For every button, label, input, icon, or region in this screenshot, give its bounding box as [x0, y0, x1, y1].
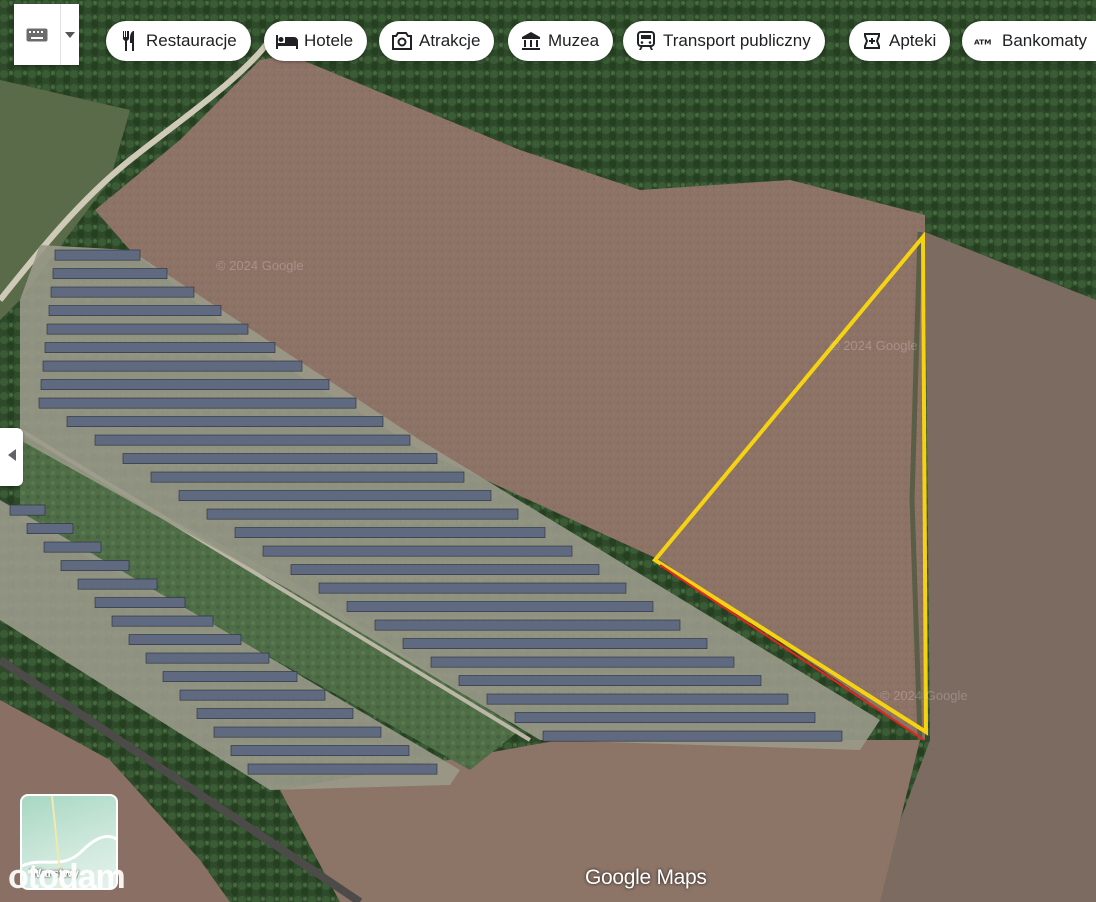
tile-watermark: © 2024 Google [830, 338, 918, 353]
solar-panel-row [150, 471, 465, 483]
solar-panel-row [111, 615, 214, 627]
solar-panel-row [402, 638, 708, 649]
solar-panel-row [122, 453, 438, 464]
solar-panel-row [66, 416, 384, 427]
chip-label: Atrakcje [419, 31, 481, 50]
chip-label: Apteki [889, 31, 937, 50]
chip-pharmacies[interactable]: Apteki [849, 21, 951, 61]
solar-panel-row [54, 249, 141, 261]
solar-panel-row [77, 578, 158, 590]
solar-panel-row [43, 541, 102, 553]
solar-panel-row [60, 560, 130, 571]
solar-panel-row [52, 268, 168, 279]
chip-label: Muzea [548, 31, 600, 50]
chip-label: Bankomaty [1002, 31, 1088, 50]
solar-panel-row [486, 693, 789, 705]
chip-atms[interactable]: ATM Bankomaty [962, 21, 1096, 61]
google-maps-logo: Google Maps [585, 866, 707, 889]
chevron-left-icon [7, 448, 16, 466]
solar-panel-row [346, 601, 654, 612]
solar-panel-row [230, 745, 410, 756]
atm-icon: ATM [974, 30, 996, 52]
solar-panel-row [162, 671, 298, 682]
chevron-down-icon[interactable] [61, 4, 79, 65]
solar-panel-row [128, 634, 242, 645]
pharmacy-icon [861, 30, 883, 52]
keyboard-shortcuts-control[interactable] [14, 4, 79, 65]
solar-panel-row [430, 656, 735, 668]
solar-panel-row [46, 323, 249, 335]
chip-attractions[interactable]: Atrakcje [379, 21, 495, 61]
camera-icon [391, 30, 413, 52]
solar-panel-row [542, 730, 843, 742]
solar-panel-row [48, 305, 222, 316]
solar-panel-row [178, 490, 492, 501]
bed-icon [276, 30, 298, 52]
solar-panel-row [26, 523, 74, 534]
solar-panel-row [44, 342, 276, 353]
solar-panel-row [9, 504, 46, 516]
chip-hotels[interactable]: Hotele [264, 21, 368, 61]
solar-panel-row [262, 545, 573, 557]
solar-panel-row [458, 675, 762, 686]
museum-icon [520, 30, 542, 52]
solar-panel-row [514, 712, 816, 723]
svg-text:ATM: ATM [974, 38, 991, 46]
chip-public-transport[interactable]: Transport publiczny [623, 21, 825, 61]
solar-panel-row [213, 726, 382, 738]
tile-watermark: © 2024 Google [216, 258, 304, 273]
solar-panel-row [247, 763, 438, 775]
solar-panel-row [38, 397, 357, 409]
solar-panel-row [179, 689, 326, 701]
fork-knife-icon [118, 30, 140, 52]
solar-panel-row [206, 508, 519, 520]
satellite-map[interactable] [0, 0, 1096, 902]
solar-panel-row [42, 360, 303, 372]
solar-panel-row [234, 527, 546, 538]
solar-panel-row [196, 708, 354, 719]
solar-panel-row [318, 582, 627, 594]
solar-panel-row [374, 619, 681, 631]
solar-panel-row [290, 564, 600, 575]
solar-panel-row [145, 652, 270, 664]
chip-museums[interactable]: Muzea [508, 21, 614, 61]
keyboard-icon[interactable] [14, 4, 61, 65]
solar-panel-row [40, 379, 330, 390]
chip-label: Restauracje [146, 31, 237, 50]
train-icon [635, 30, 657, 52]
chip-label: Hotele [304, 31, 354, 50]
collapse-panel-button[interactable] [0, 428, 23, 486]
otodom-watermark: otodam [8, 858, 126, 896]
chip-restaurants[interactable]: Restauracje [106, 21, 251, 61]
tile-watermark: © 2024 Google [880, 688, 968, 703]
solar-panel-row [94, 597, 186, 608]
solar-panel-row [50, 286, 195, 298]
solar-panel-row [94, 434, 411, 446]
chip-label: Transport publiczny [663, 31, 811, 50]
